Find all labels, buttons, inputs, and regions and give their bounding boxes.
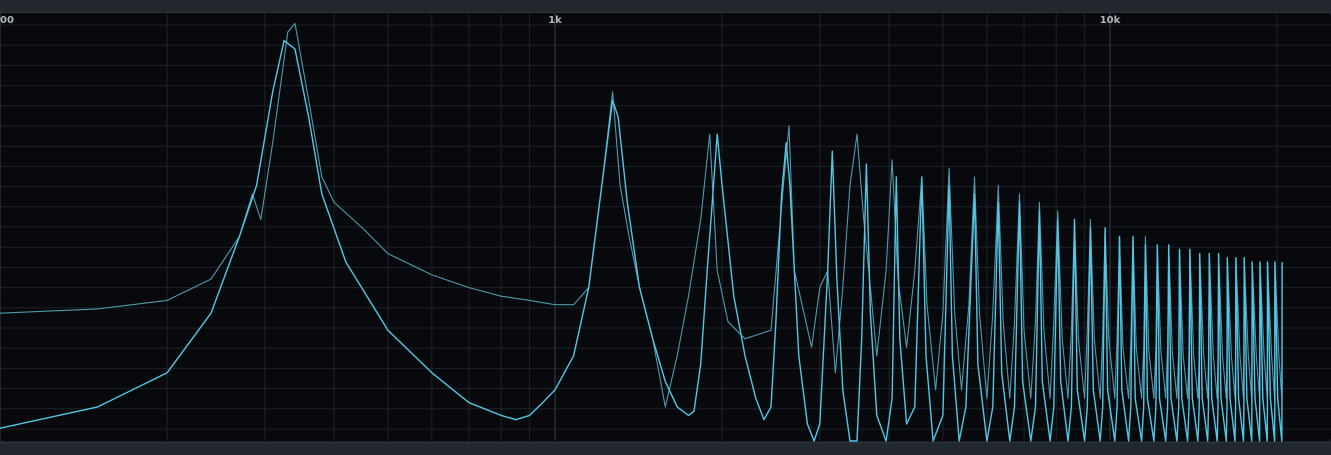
x-tick-label: 10k <box>1100 15 1121 26</box>
x-tick-label: 00 <box>0 15 14 26</box>
x-tick-label: 1k <box>548 15 562 26</box>
spectrum-analyzer-plot[interactable]: 00 1k 10k <box>0 0 1331 454</box>
